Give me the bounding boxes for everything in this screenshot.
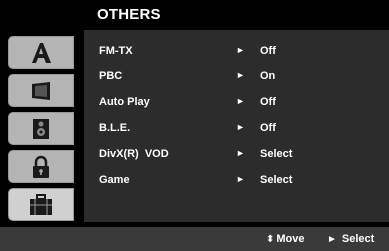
category-sidebar (4, 32, 84, 222)
right-arrow-icon: ► (327, 233, 337, 245)
tab-display[interactable] (8, 74, 74, 107)
menu-item-value: Off (260, 96, 276, 108)
menu-item-value: On (260, 70, 276, 82)
move-hint: ⬍ Move (266, 233, 305, 245)
menu-item-value: Select (260, 174, 293, 186)
tab-lock[interactable] (8, 150, 74, 183)
speaker-icon (33, 118, 49, 139)
menu-item-fm-tx[interactable]: FM-TX ► Off (84, 42, 389, 62)
lock-icon (33, 155, 49, 178)
move-hint-label: Move (276, 233, 305, 245)
right-arrow-icon: ► (236, 70, 245, 80)
menu-item-pbc[interactable]: PBC ► On (84, 67, 389, 87)
menu-item-value: Select (260, 148, 293, 160)
select-hint-label: Select (341, 233, 375, 245)
right-arrow-icon: ► (236, 174, 245, 184)
tab-others[interactable] (8, 188, 74, 221)
select-hint: ► Select (327, 233, 374, 245)
right-arrow-icon: ► (236, 148, 245, 158)
menu-item-value: Off (260, 45, 276, 57)
right-arrow-icon: ► (236, 96, 245, 106)
menu-item-divx-vod[interactable]: DivX(R) VOD ► Select (84, 145, 389, 165)
tab-language[interactable] (8, 36, 74, 69)
menu-item-value: Off (260, 122, 276, 134)
menu-item-game[interactable]: Game ► Select (84, 171, 389, 191)
tab-audio[interactable] (8, 112, 74, 145)
menu-item-label: Game (99, 174, 130, 186)
up-down-arrow-icon: ⬍ (266, 233, 275, 245)
title-bar: OTHERS (0, 0, 389, 30)
letter-a-icon (32, 42, 51, 63)
hint-bar: ⬍ Move ► Select (0, 227, 389, 251)
menu-item-ble[interactable]: B.L.E. ► Off (84, 119, 389, 139)
right-arrow-icon: ► (236, 45, 245, 55)
settings-panel: FM-TX ► Off PBC ► On Auto Play ► Off B.L… (84, 30, 389, 222)
right-arrow-icon: ► (236, 122, 245, 132)
menu-item-label: DivX(R) VOD (99, 148, 169, 160)
page-title: OTHERS (97, 6, 161, 23)
briefcase-icon (30, 193, 52, 215)
menu-item-label: Auto Play (99, 96, 150, 108)
menu-item-auto-play[interactable]: Auto Play ► Off (84, 93, 389, 113)
dvd-settings-screen: OTHERS FM-TX ► Off PBC ► On Auto Play ► … (0, 0, 389, 251)
menu-item-label: PBC (99, 70, 123, 82)
screen-icon (32, 81, 50, 100)
menu-item-label: FM-TX (99, 45, 133, 57)
menu-item-label: B.L.E. (99, 122, 131, 134)
